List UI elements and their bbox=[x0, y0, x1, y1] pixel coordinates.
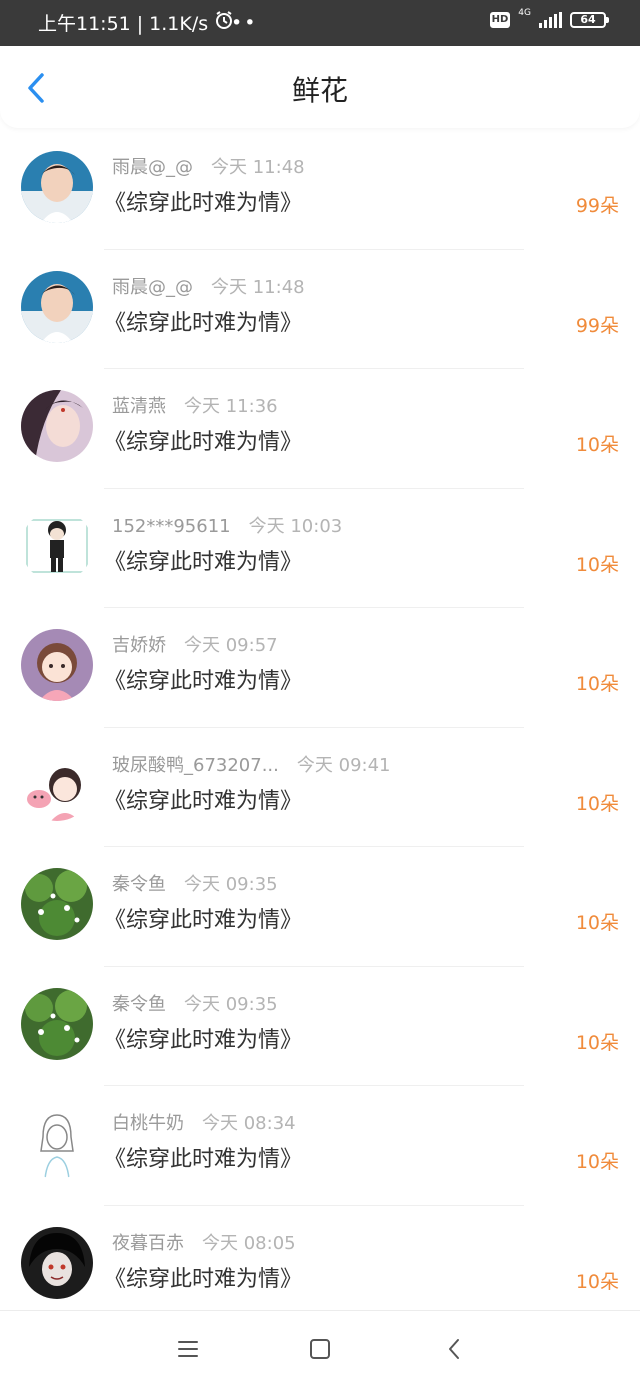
list-item[interactable]: 152***95611 今天 10:03 《综穿此时难为情》 10朵 bbox=[0, 489, 640, 608]
book-title[interactable]: 《综穿此时难为情》 bbox=[104, 1144, 302, 1176]
user-line: 雨晨@_@ 今天 11:48 bbox=[112, 156, 305, 180]
username[interactable]: 雨晨@_@ bbox=[112, 277, 193, 298]
timestamp: 今天 09:35 bbox=[184, 993, 278, 1015]
avatar[interactable] bbox=[21, 509, 93, 582]
username[interactable]: 雨晨@_@ bbox=[112, 157, 193, 178]
book-title[interactable]: 《综穿此时难为情》 bbox=[104, 547, 302, 579]
menu-icon[interactable] bbox=[174, 1335, 202, 1363]
avatar[interactable] bbox=[21, 987, 93, 1060]
user-line: 玻尿酸鸭_673207... 今天 09:41 bbox=[112, 754, 391, 778]
avatar[interactable] bbox=[21, 151, 93, 223]
username[interactable]: 夜暮百赤 bbox=[112, 1233, 184, 1254]
user-line: 秦令鱼 今天 09:35 bbox=[112, 873, 278, 897]
timestamp: 今天 11:48 bbox=[211, 157, 305, 178]
timestamp: 今天 09:35 bbox=[184, 874, 278, 895]
flower-count: 10朵 bbox=[575, 434, 619, 456]
username[interactable]: 秦令鱼 bbox=[112, 994, 166, 1015]
avatar[interactable] bbox=[21, 270, 93, 343]
status-left: 上午11:51 | 1.1K/s bbox=[38, 10, 234, 37]
timestamp: 今天 11:36 bbox=[184, 396, 278, 417]
flower-count: 10朵 bbox=[575, 553, 619, 576]
signal-icon bbox=[539, 12, 562, 28]
list-item[interactable]: 玻尿酸鸭_673207... 今天 09:41 《综穿此时难为情》 10朵 bbox=[0, 728, 640, 847]
status-right: HD 4G 64 bbox=[489, 7, 609, 28]
avatar[interactable] bbox=[21, 868, 93, 940]
network-label: 4G bbox=[518, 7, 531, 18]
back-triangle-icon[interactable] bbox=[440, 1335, 468, 1363]
status-time: 上午11:51 bbox=[38, 12, 131, 35]
system-nav-bar bbox=[0, 1310, 640, 1388]
status-speed: 1.1K/s bbox=[149, 12, 209, 35]
timestamp: 今天 08:34 bbox=[202, 1113, 296, 1134]
list-item[interactable]: 秦令鱼 今天 09:35 《综穿此时难为情》 10朵 bbox=[0, 847, 640, 967]
avatar[interactable] bbox=[21, 1107, 93, 1179]
user-line: 白桃牛奶 今天 08:34 bbox=[112, 1112, 296, 1136]
flower-count: 10朵 bbox=[575, 912, 619, 934]
flower-list: 雨晨@_@ 今天 11:48 《综穿此时难为情》 99朵 雨晨@_@ 今天 11:4… bbox=[0, 130, 640, 1325]
list-item[interactable]: 雨晨@_@ 今天 11:48 《综穿此时难为情》 99朵 bbox=[0, 250, 640, 369]
flower-count: 10朵 bbox=[575, 1031, 619, 1054]
user-line: 152***95611 今天 10:03 bbox=[112, 515, 342, 539]
flower-count: 99朵 bbox=[575, 314, 619, 337]
flower-count: 10朵 bbox=[575, 1270, 619, 1293]
timestamp: 今天 09:57 bbox=[184, 635, 278, 656]
username[interactable]: 吉娇娇 bbox=[112, 635, 166, 656]
user-line: 吉娇娇 今天 09:57 bbox=[112, 634, 278, 658]
home-square-icon[interactable] bbox=[306, 1335, 334, 1363]
list-item[interactable]: 秦令鱼 今天 09:35 《综穿此时难为情》 10朵 bbox=[0, 967, 640, 1086]
book-title[interactable]: 《综穿此时难为情》 bbox=[104, 308, 302, 340]
timestamp: 今天 09:41 bbox=[296, 754, 391, 776]
list-item[interactable]: 吉娇娇 今天 09:57 《综穿此时难为情》 10朵 bbox=[0, 608, 640, 728]
timestamp: 今天 10:03 bbox=[248, 515, 343, 537]
book-title[interactable]: 《综穿此时难为情》 bbox=[104, 905, 302, 937]
username[interactable]: 152***95611 bbox=[112, 516, 231, 537]
flower-count: 10朵 bbox=[575, 673, 619, 695]
list-item[interactable]: 夜暮百赤 今天 08:05 《综穿此时难为情》 10朵 bbox=[0, 1206, 640, 1326]
book-title[interactable]: 《综穿此时难为情》 bbox=[104, 666, 302, 698]
list-item[interactable]: 雨晨@_@ 今天 11:48 《综穿此时难为情》 99朵 bbox=[0, 130, 640, 250]
flower-count: 10朵 bbox=[575, 792, 619, 815]
page-title: 鲜花 bbox=[291, 74, 348, 107]
header: 鲜花 bbox=[0, 46, 640, 128]
list-item[interactable]: 白桃牛奶 今天 08:34 《综穿此时难为情》 10朵 bbox=[0, 1086, 640, 1206]
status-bar: 上午11:51 | 1.1K/s •• HD 4G 64 bbox=[0, 0, 640, 46]
username[interactable]: 蓝清燕 bbox=[112, 396, 166, 417]
flower-count: 10朵 bbox=[575, 1151, 619, 1173]
status-separator: | bbox=[136, 12, 144, 35]
book-title[interactable]: 《综穿此时难为情》 bbox=[104, 427, 302, 459]
flower-count: 99朵 bbox=[575, 195, 619, 217]
avatar[interactable] bbox=[21, 748, 93, 821]
avatar[interactable] bbox=[21, 390, 93, 462]
user-line: 雨晨@_@ 今天 11:48 bbox=[112, 276, 305, 300]
book-title[interactable]: 《综穿此时难为情》 bbox=[104, 1264, 302, 1296]
user-line: 秦令鱼 今天 09:35 bbox=[112, 993, 278, 1017]
username[interactable]: 玻尿酸鸭_673207... bbox=[112, 755, 279, 776]
timestamp: 今天 08:05 bbox=[202, 1232, 296, 1254]
avatar[interactable] bbox=[21, 629, 93, 701]
book-title[interactable]: 《综穿此时难为情》 bbox=[104, 188, 302, 220]
username[interactable]: 白桃牛奶 bbox=[112, 1113, 184, 1134]
status-notification-dots: •• bbox=[231, 12, 258, 34]
user-line: 夜暮百赤 今天 08:05 bbox=[112, 1232, 296, 1256]
timestamp: 今天 11:48 bbox=[211, 276, 305, 298]
username[interactable]: 秦令鱼 bbox=[112, 874, 166, 895]
list-item[interactable]: 蓝清燕 今天 11:36 《综穿此时难为情》 10朵 bbox=[0, 369, 640, 489]
hd-badge: HD bbox=[489, 12, 511, 28]
book-title[interactable]: 《综穿此时难为情》 bbox=[104, 1025, 302, 1057]
book-title[interactable]: 《综穿此时难为情》 bbox=[104, 786, 302, 818]
battery-icon: 64 bbox=[570, 12, 609, 28]
user-line: 蓝清燕 今天 11:36 bbox=[112, 395, 278, 419]
avatar[interactable] bbox=[21, 1226, 93, 1299]
